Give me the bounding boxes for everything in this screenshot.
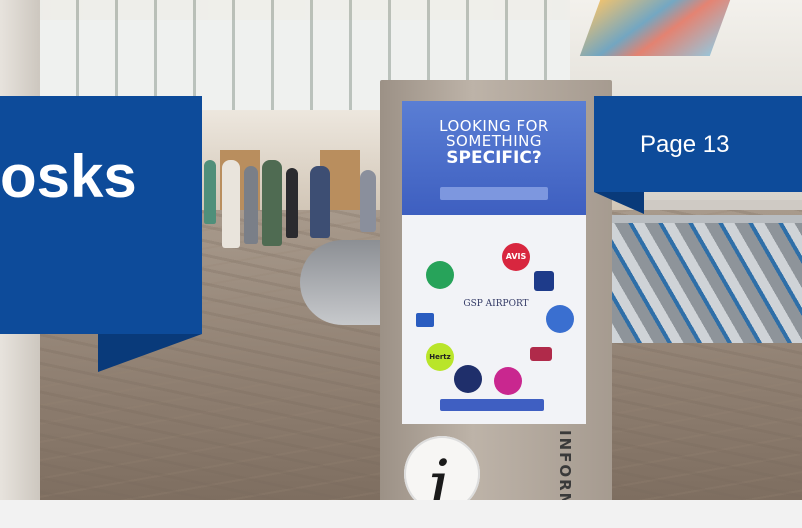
kiosk-screen: LOOKING FOR SOMETHING SPECIFIC? AVIS GSP… <box>402 101 586 424</box>
brand-logo <box>416 313 434 327</box>
traveler <box>286 168 298 238</box>
brand-logo <box>546 305 574 333</box>
kiosk-touch-button <box>440 399 544 411</box>
bottom-border <box>0 500 802 528</box>
brand-logo <box>426 261 454 289</box>
brand-logo <box>530 347 552 361</box>
traveler <box>244 166 258 244</box>
brand-logo <box>454 365 482 393</box>
kiosk-headline: SPECIFIC? <box>446 148 542 168</box>
baggage-carousel <box>300 240 390 325</box>
brand-logo <box>494 367 522 395</box>
kiosk-search-bar <box>440 187 548 200</box>
hertz-logo: Hertz <box>426 343 454 371</box>
page-title: osks <box>0 143 137 210</box>
traveler <box>360 170 376 232</box>
title-banner <box>0 96 202 334</box>
ceiling-mural <box>579 0 731 56</box>
traveler <box>204 160 216 224</box>
avis-logo: AVIS <box>502 243 530 271</box>
kiosk-screen-header: LOOKING FOR SOMETHING SPECIFIC? <box>402 101 586 215</box>
page-number: Page 13 <box>640 131 730 158</box>
traveler <box>262 160 282 246</box>
kiosk-headline: LOOKING FOR <box>439 117 549 135</box>
traveler <box>222 160 240 248</box>
kiosk-headline: SOMETHING <box>446 132 542 150</box>
baggage-carousel <box>612 215 802 343</box>
gsp-logo-text: GSP AIRPORT <box>463 299 529 309</box>
traveler <box>310 166 330 238</box>
gsp-airport-logo: GSP AIRPORT <box>460 299 532 323</box>
brand-logo <box>534 271 554 291</box>
